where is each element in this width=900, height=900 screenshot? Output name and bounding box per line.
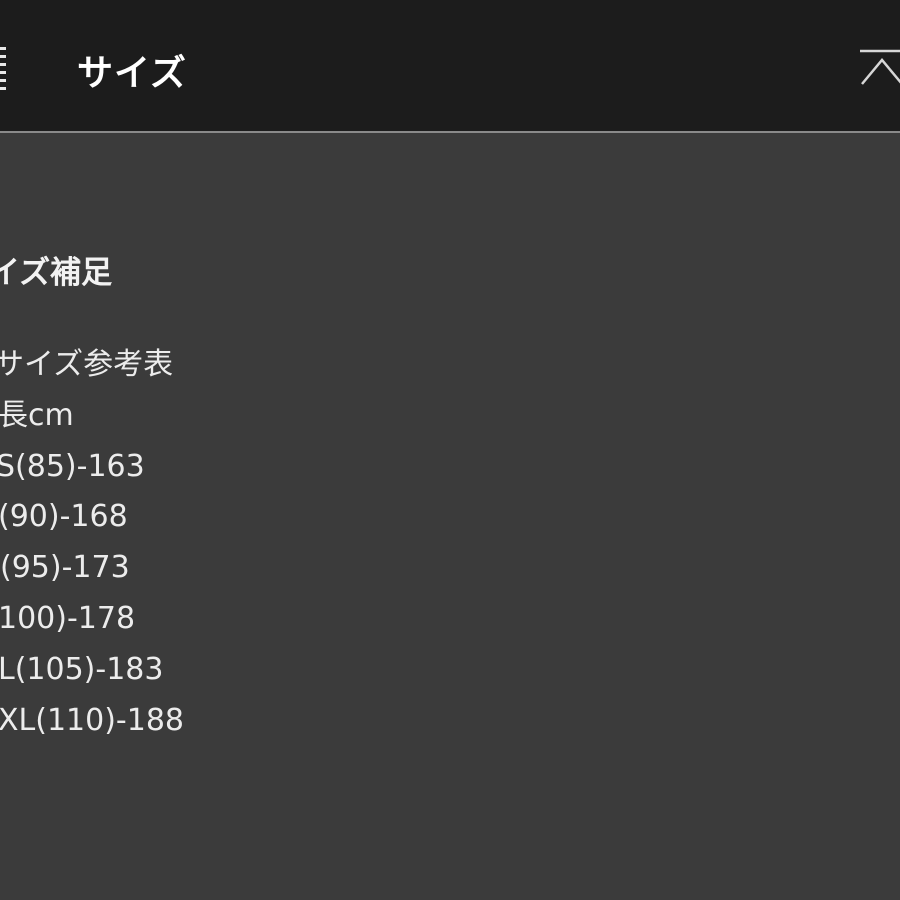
list-item: L(105)-183 <box>0 651 164 687</box>
size-info-screen: サイズ サイズ補足 サイズ参考表 長cm S(85)-163 (90)-168 … <box>0 0 900 900</box>
list-item: 長cm <box>0 397 74 433</box>
size-supplement-content: サイズ補足 サイズ参考表 長cm S(85)-163 (90)-168 (95)… <box>0 0 898 900</box>
list-item: 100)-178 <box>0 600 136 636</box>
list-item: XL(110)-188 <box>0 702 185 738</box>
list-item: サイズ参考表 <box>0 347 174 382</box>
list-item: (90)-168 <box>0 499 128 535</box>
size-reference-list: サイズ参考表 長cm S(85)-163 (90)-168 (95)-173 1… <box>0 340 184 746</box>
section-heading: サイズ補足 <box>0 255 113 291</box>
list-item: S(85)-163 <box>0 448 145 484</box>
list-item: (95)-173 <box>0 550 130 586</box>
